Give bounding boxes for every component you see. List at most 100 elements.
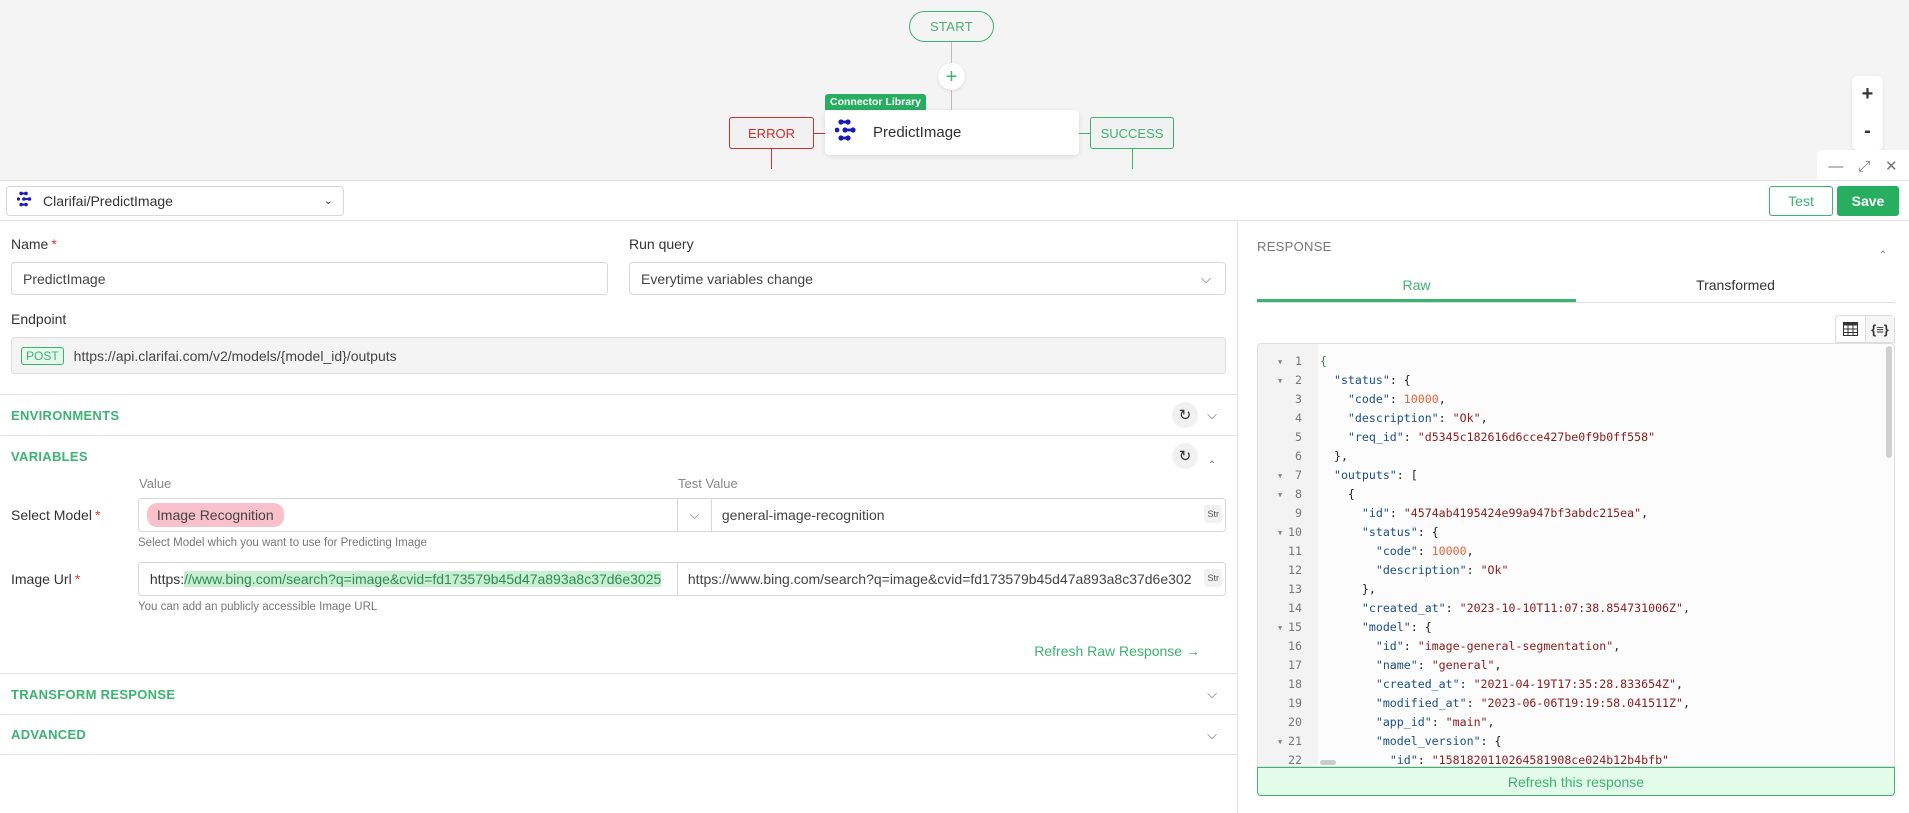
chevron-up-icon[interactable]: ‸	[1204, 448, 1220, 464]
datasource-select[interactable]: Clarifai/PredictImage ⌄	[6, 185, 344, 216]
code-line: 9 "id": "4574ab4195424e99a947bf3abdc215e…	[1258, 503, 1894, 522]
code-text: "created_at": "2023-10-10T11:07:38.85473…	[1361, 600, 1690, 615]
section-environments[interactable]: ENVIRONMENTS ↻ ⌵	[0, 394, 1237, 435]
code-text: "id": "image-general-segmentation",	[1375, 638, 1621, 653]
line-number: 20	[1288, 714, 1302, 729]
fold-toggle-icon[interactable]: ▼	[1278, 738, 1282, 746]
test-value-header: Test Value	[678, 476, 738, 491]
code-text: {	[1320, 353, 1327, 368]
endpoint-url: https://api.clarifai.com/v2/models/{mode…	[73, 347, 397, 364]
tab-raw[interactable]: Raw	[1257, 270, 1576, 302]
fold-toggle-icon[interactable]: ▼	[1278, 529, 1282, 537]
code-line: 17 "name": "general",	[1258, 655, 1894, 674]
line-number: 5	[1295, 429, 1302, 444]
refresh-response-button[interactable]: Refresh this response	[1257, 767, 1895, 796]
add-step-button[interactable]: +	[938, 63, 965, 90]
selected-model-tag[interactable]: Image Recognition	[146, 503, 284, 527]
line-number: 3	[1295, 391, 1302, 406]
code-line: 6 },	[1258, 446, 1894, 465]
close-icon[interactable]: ✕	[1885, 157, 1898, 175]
code-line: ▼ 21 "model_version": {	[1258, 731, 1894, 750]
line-number: ▼ 15	[1278, 619, 1302, 634]
clarifai-logo-icon	[834, 119, 861, 146]
line-number: 9	[1295, 505, 1302, 520]
chevron-down-icon: ⌵	[1201, 270, 1211, 286]
code-lines: ▼ 1{▼ 2 "status": {3 "code": 10000, 4 "desc…	[1258, 351, 1894, 767]
success-connector-down	[1132, 149, 1133, 169]
code-text: "created_at": "2021-04-19T17:35:28.83365…	[1375, 676, 1683, 691]
chevron-down-icon[interactable]: ⌵	[1204, 727, 1220, 743]
variable-label: Select Model	[11, 507, 92, 523]
line-number: 17	[1288, 657, 1302, 672]
variable-hint: You can add an publicly accessible Image…	[138, 601, 378, 613]
chevron-up-icon[interactable]: ‸	[1875, 238, 1891, 254]
code-line: 4 "description": "Ok",	[1258, 408, 1894, 427]
code-line: ▼ 10 "status": {	[1258, 522, 1894, 541]
error-node[interactable]: ERROR	[729, 117, 814, 149]
model-select[interactable]: Image Recognition	[139, 499, 678, 531]
fold-toggle-icon[interactable]: ▼	[1278, 377, 1282, 385]
test-value-input[interactable]: general-image-recognition Str	[712, 499, 1225, 531]
image-url-input[interactable]: https://www.bing.com/search?q=image&cvid…	[139, 563, 678, 595]
code-text: "status": {	[1361, 524, 1439, 539]
fold-toggle-icon[interactable]: ▼	[1278, 472, 1282, 480]
name-input[interactable]: PredictImage	[11, 262, 608, 295]
fold-toggle-icon[interactable]: ▼	[1278, 624, 1282, 632]
predict-image-node[interactable]: PredictImage	[825, 110, 1079, 155]
json-view-icon[interactable]: {≡}	[1865, 316, 1894, 342]
name-label: Name	[11, 236, 49, 252]
code-line: 13 },	[1258, 579, 1894, 598]
required-marker: *	[51, 236, 57, 252]
chevron-down-icon[interactable]: ⌵	[1204, 686, 1220, 702]
variable-row: Image Url * https://www.bing.com/search?q…	[11, 562, 1226, 596]
fold-toggle-icon[interactable]: ▼	[1278, 358, 1282, 366]
response-tabs: Raw Transformed	[1257, 270, 1895, 303]
code-line: 5 "req_id": "d5345c182616d6cce427be0f9b0…	[1258, 427, 1894, 446]
line-number: 6	[1295, 448, 1302, 463]
code-text: "id": "1581820110264581908ce024b12b4bfb"	[1389, 752, 1670, 767]
type-badge: Str	[1204, 569, 1222, 587]
run-query-select[interactable]: Everytime variables change ⌵	[629, 262, 1226, 295]
refresh-raw-response-link[interactable]: Refresh Raw Response →	[11, 643, 1226, 673]
line-number: 14	[1288, 600, 1302, 615]
variables-table: Value Test Value Select Model * Image Rec…	[0, 476, 1237, 673]
zoom-out-button[interactable]: -	[1864, 120, 1871, 143]
horizontal-scrollbar[interactable]	[1320, 760, 1336, 765]
line-number: 13	[1288, 581, 1302, 596]
chevron-down-icon[interactable]: ⌵	[1204, 407, 1220, 423]
success-node[interactable]: SUCCESS	[1090, 117, 1174, 149]
chevron-down-icon[interactable]: ⌵	[678, 499, 712, 531]
code-line: 22 "id": "1581820110264581908ce024b12b4b…	[1258, 750, 1894, 767]
tab-transformed[interactable]: Transformed	[1576, 270, 1895, 302]
section-advanced[interactable]: ADVANCED ⌵	[0, 714, 1237, 755]
endpoint-field[interactable]: POST https://api.clarifai.com/v2/models/…	[11, 337, 1226, 374]
code-line: 12 "description": "Ok"	[1258, 560, 1894, 579]
save-button[interactable]: Save	[1837, 186, 1899, 216]
code-line: 16 "id": "image-general-segmentation",	[1258, 636, 1894, 655]
minimize-icon[interactable]: —	[1828, 158, 1843, 175]
code-text: "code": 10000,	[1375, 543, 1474, 558]
refresh-icon[interactable]: ↻	[1172, 443, 1198, 469]
response-panel: RESPONSE ‸ Raw Transformed {≡} ▼ 1 {▼ 2 "st…	[1239, 222, 1909, 813]
code-line: ▼ 15 "model": {	[1258, 617, 1894, 636]
json-viewer[interactable]: ▼ 1{▼ 2 "status": {3 "code": 10000, 4 "desc…	[1257, 343, 1895, 767]
table-view-icon[interactable]	[1836, 316, 1865, 342]
start-node[interactable]: START	[909, 11, 994, 42]
expand-icon[interactable]: ⤢	[1858, 158, 1870, 175]
code-text: "name": "general",	[1375, 657, 1502, 672]
code-line: 14 "created_at": "2023-10-10T11:07:38.85…	[1258, 598, 1894, 617]
code-line: 19 "modified_at": "2023-06-06T19:19:58.0…	[1258, 693, 1894, 712]
section-variables[interactable]: VARIABLES ↻ ‸	[0, 435, 1237, 476]
success-connector	[1079, 133, 1090, 134]
zoom-in-button[interactable]: +	[1862, 83, 1874, 106]
vertical-scrollbar[interactable]	[1886, 346, 1892, 458]
test-value-input[interactable]: https://www.bing.com/search?q=image&cvid…	[678, 563, 1225, 595]
node-label: PredictImage	[873, 124, 962, 141]
refresh-icon[interactable]: ↻	[1172, 402, 1198, 428]
line-number: 11	[1288, 543, 1302, 558]
zoom-controls: + -	[1852, 76, 1883, 150]
test-button[interactable]: Test	[1769, 186, 1833, 216]
fold-toggle-icon[interactable]: ▼	[1278, 491, 1282, 499]
section-transform-response[interactable]: TRANSFORM RESPONSE ⌵	[0, 673, 1237, 714]
workflow-canvas[interactable]: START + ERROR Connector Library PredictI…	[0, 0, 1909, 182]
